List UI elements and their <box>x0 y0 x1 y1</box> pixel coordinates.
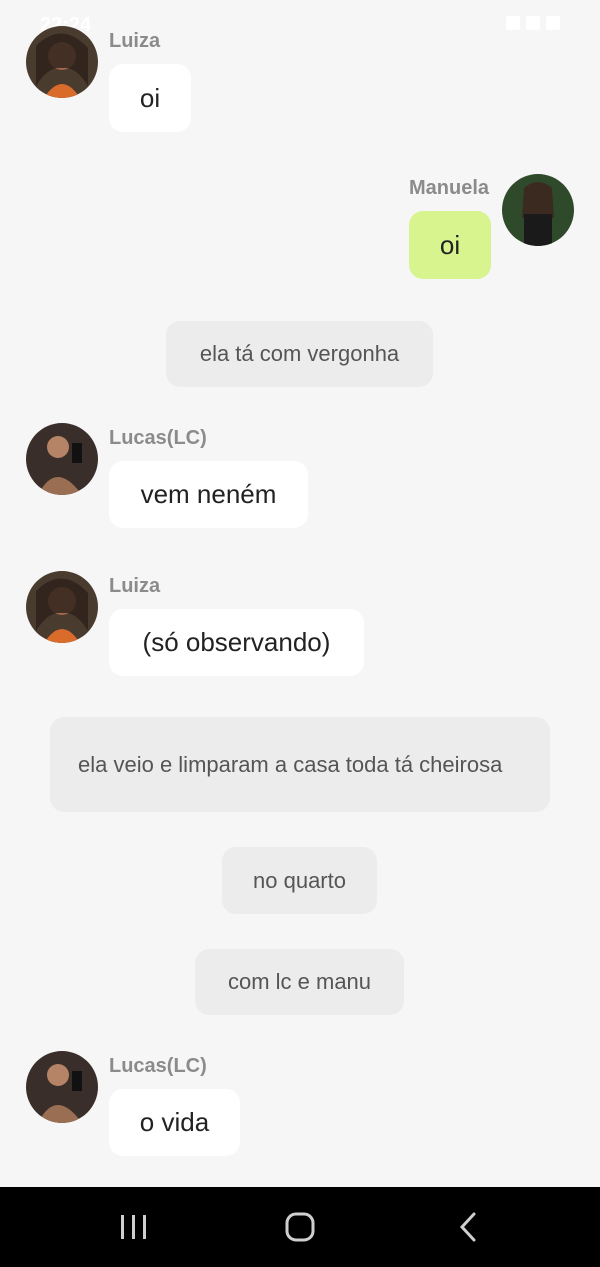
avatar-lucas[interactable] <box>26 1051 98 1123</box>
avatar-luiza[interactable] <box>26 571 98 643</box>
home-icon <box>285 1212 315 1242</box>
system-message: com lc e manu <box>195 949 404 1015</box>
message-bubble[interactable]: o vida <box>109 1089 240 1156</box>
signal-icon <box>526 16 540 30</box>
status-icons <box>506 16 560 30</box>
avatar-luiza[interactable] <box>26 26 98 98</box>
system-message: no quarto <box>222 847 377 914</box>
avatar-lucas[interactable] <box>26 423 98 495</box>
home-button[interactable] <box>240 1187 360 1267</box>
system-message: ela tá com vergonha <box>166 321 433 387</box>
back-icon <box>459 1212 476 1242</box>
sender-name: Lucas(LC) <box>109 1055 207 1077</box>
recent-apps-icon <box>121 1215 146 1239</box>
wifi-icon <box>506 16 520 30</box>
sender-name: Luiza <box>109 575 161 597</box>
sender-name: Manuela <box>409 177 490 199</box>
avatar-manuela[interactable] <box>502 174 574 246</box>
back-button[interactable] <box>408 1187 528 1267</box>
message-bubble[interactable]: vem neném <box>109 461 308 528</box>
message-bubble[interactable]: (só observando) <box>109 609 364 676</box>
message-bubble[interactable]: oi <box>409 211 491 279</box>
system-message: ela veio e limparam a casa toda tá cheir… <box>50 717 550 812</box>
sender-name: Lucas(LC) <box>109 427 207 449</box>
battery-icon <box>546 16 560 30</box>
message-bubble[interactable]: oi <box>109 64 191 132</box>
sender-name: Luiza <box>109 30 161 52</box>
navigation-bar <box>0 1187 600 1267</box>
recent-apps-button[interactable] <box>74 1187 194 1267</box>
